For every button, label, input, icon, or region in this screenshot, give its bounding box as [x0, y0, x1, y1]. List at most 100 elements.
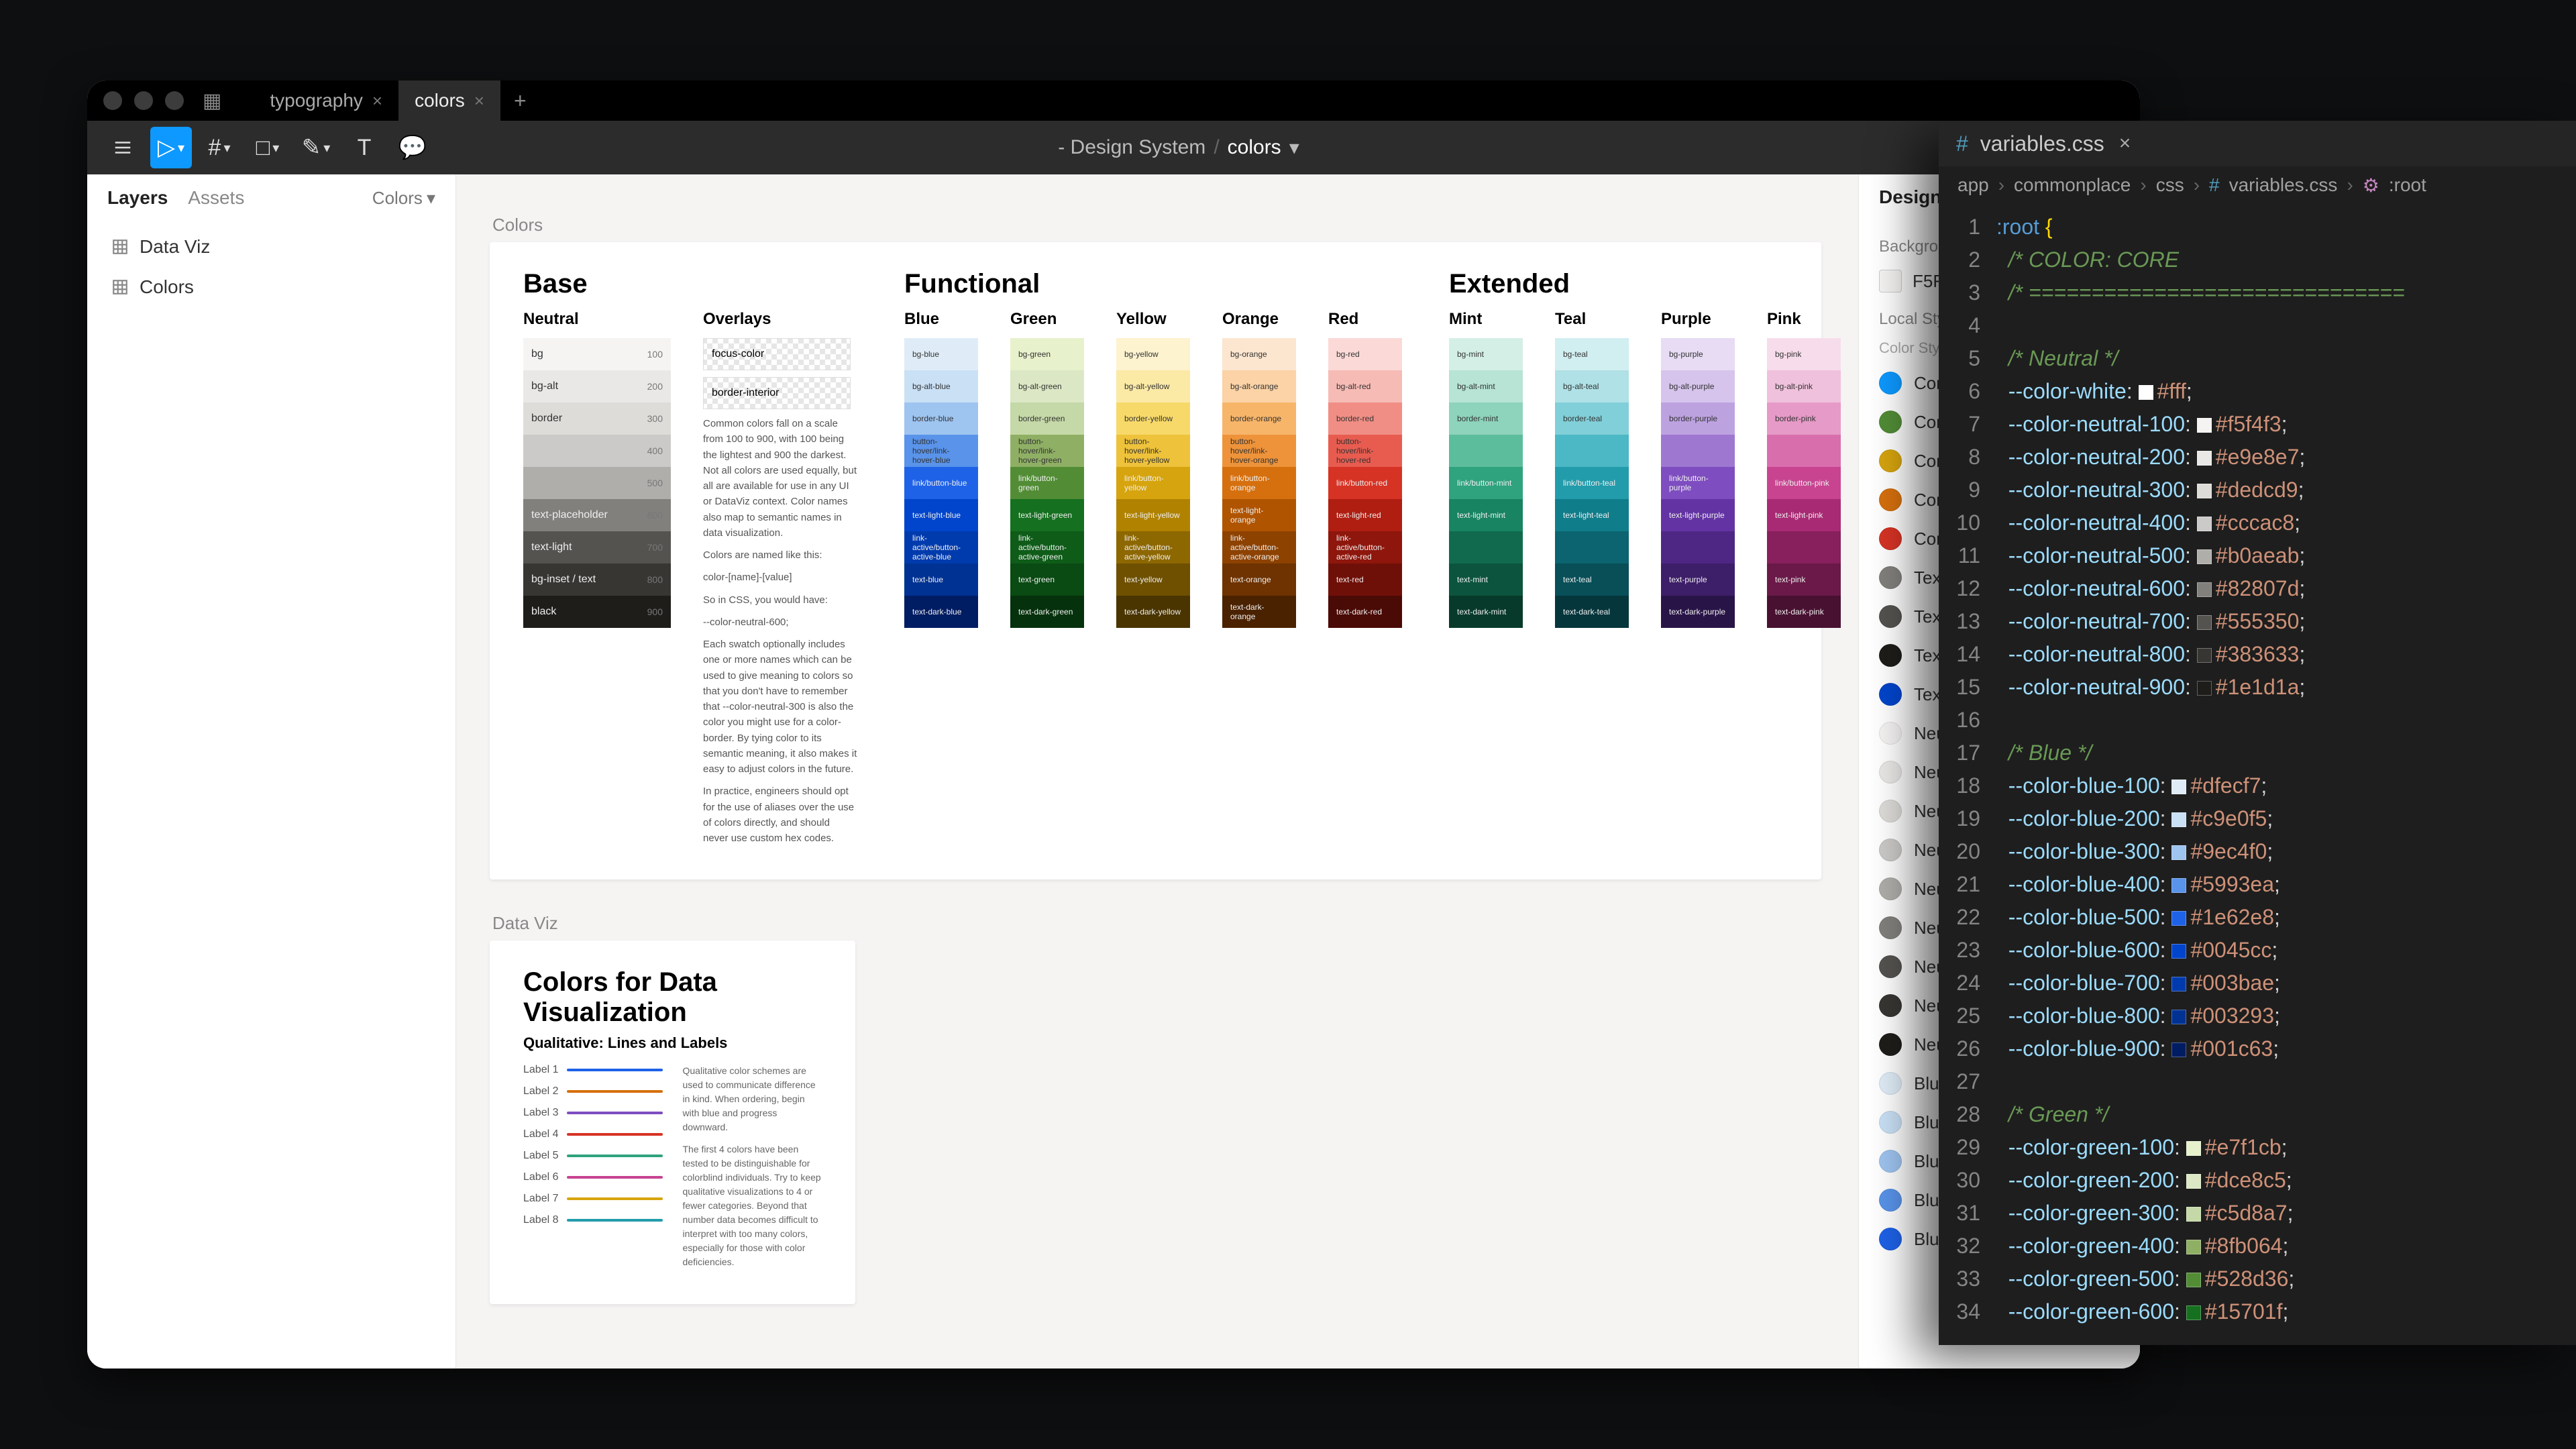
swatch: text-light-red [1328, 499, 1402, 531]
swatch: link-active/button-active-green [1010, 531, 1084, 564]
layer-item[interactable]: Colors [101, 267, 442, 307]
swatch: bg-orange [1222, 338, 1296, 370]
column-label: Red [1328, 310, 1402, 329]
swatch: text-light-blue [904, 499, 978, 531]
swatch: button-hover/link-hover-blue [904, 435, 978, 467]
swatch: bg100 [523, 338, 671, 370]
color-column: Yellow bg-yellowbg-alt-yellowborder-yello… [1116, 310, 1190, 628]
layer-item[interactable]: Data Viz [101, 227, 442, 267]
swatch: 400 [523, 435, 671, 467]
dataviz-frame[interactable]: Colors for Data Visualization Qualitativ… [490, 941, 855, 1304]
swatch: text-light-pink [1767, 499, 1841, 531]
swatch: border-mint [1449, 402, 1523, 435]
swatch: link/button-red [1328, 467, 1402, 499]
background-swatch [1879, 270, 1902, 292]
swatch: bg-pink [1767, 338, 1841, 370]
color-column: Bluebg-bluebg-alt-blueborder-bluebutton-… [904, 310, 978, 628]
tab-typography[interactable]: typography × [254, 80, 398, 121]
swatch: button-hover/link-hover-red [1328, 435, 1402, 467]
swatch: bg-red [1328, 338, 1402, 370]
frame-label: Colors [492, 215, 1825, 235]
tab-add-button[interactable]: + [500, 89, 540, 113]
text-tool[interactable]: T [343, 127, 385, 168]
dataviz-line: Label 4 [523, 1128, 663, 1140]
neutral-column: Neutral bg100bg-alt200border300400500tex… [523, 310, 671, 853]
swatch: bg-teal [1555, 338, 1629, 370]
functional-columns: Bluebg-bluebg-alt-blueborder-bluebutton-… [904, 310, 1402, 628]
overlays-label: Overlays [703, 310, 857, 329]
dataviz-text: Qualitative color schemes are used to co… [683, 1064, 822, 1277]
swatch: bg-green [1010, 338, 1084, 370]
dataviz-line: Label 7 [523, 1193, 663, 1205]
swatch: link/button-teal [1555, 467, 1629, 499]
editor-tabs: # variables.css × [1939, 121, 2576, 166]
swatch: text-light-orange [1222, 499, 1296, 531]
swatch: border-yellow [1116, 402, 1190, 435]
file-tabs: typography × colors × + [254, 80, 539, 121]
swatch: text-dark-mint [1449, 596, 1523, 628]
swatch: bg-alt-pink [1767, 370, 1841, 402]
column-label: Orange [1222, 310, 1296, 329]
swatch: bg-yellow [1116, 338, 1190, 370]
code-editor-window: # variables.css × app›commonplace›css›# … [1939, 121, 2576, 1345]
swatch [1767, 435, 1841, 467]
column-label: Yellow [1116, 310, 1190, 329]
swatch: text-green [1010, 564, 1084, 596]
breadcrumb-project: - Design System [1058, 136, 1205, 159]
titlebar: ▦ typography × colors × + [87, 80, 2140, 121]
swatch [1661, 435, 1735, 467]
layers-tab[interactable]: Layers [107, 187, 168, 209]
assets-tab[interactable]: Assets [188, 187, 244, 209]
editor-filename[interactable]: variables.css [1980, 131, 2104, 156]
swatch: button-hover/link-hover-yellow [1116, 435, 1190, 467]
page-dropdown[interactable]: Colors ▾ [372, 188, 435, 209]
swatch: bg-blue [904, 338, 978, 370]
color-column: Orangebg-orangebg-alt-orangeborder-orang… [1222, 310, 1296, 628]
neutral-label: Neutral [523, 310, 671, 329]
overlays-column: Overlays focus-colorborder-interior Comm… [703, 310, 857, 853]
swatch [1661, 531, 1735, 564]
design-tab[interactable]: Design [1879, 186, 1941, 208]
dataviz-line: Label 1 [523, 1064, 663, 1076]
breadcrumb[interactable]: - Design System / colors ▾ [1058, 136, 1299, 160]
editor-body[interactable]: 1:root {2 /* COLOR: CORE3 /* ===========… [1939, 204, 2576, 1345]
swatch: border-green [1010, 402, 1084, 435]
swatch: text-pink [1767, 564, 1841, 596]
column-label: Teal [1555, 310, 1629, 329]
column-label: Pink [1767, 310, 1841, 329]
swatch: text-light-yellow [1116, 499, 1190, 531]
close-icon[interactable]: × [474, 91, 484, 111]
swatch: link-active/button-active-red [1328, 531, 1402, 564]
swatch: text-light-mint [1449, 499, 1523, 531]
comment-tool[interactable]: 💬 [392, 127, 433, 168]
swatch: bg-alt-red [1328, 370, 1402, 402]
colors-frame[interactable]: Base Neutral bg100bg-alt200border3004005… [490, 242, 1821, 879]
swatch: border-red [1328, 402, 1402, 435]
swatch [1555, 531, 1629, 564]
home-icon[interactable]: ▦ [203, 89, 221, 113]
pen-tool[interactable]: ✎▾ [295, 127, 337, 168]
swatch: link-active/button-active-yellow [1116, 531, 1190, 564]
css-file-icon: # [1956, 131, 1968, 156]
main-menu-button[interactable] [102, 127, 144, 168]
breadcrumb-page: colors [1228, 136, 1281, 159]
overlay-chip: border-interior [703, 377, 851, 409]
dataviz-line: Label 2 [523, 1085, 663, 1097]
frame-tool[interactable]: #▾ [199, 127, 240, 168]
close-icon[interactable]: × [2119, 132, 2131, 155]
swatch: bg-alt-yellow [1116, 370, 1190, 402]
swatch: text-dark-pink [1767, 596, 1841, 628]
close-icon[interactable]: × [372, 91, 382, 111]
extended-columns: Mintbg-mintbg-alt-mintborder-mintlink/bu… [1449, 310, 1841, 628]
canvas[interactable]: Colors Base Neutral bg100bg-alt200border… [456, 174, 1858, 1368]
swatch: text-dark-teal [1555, 596, 1629, 628]
swatch: link/button-mint [1449, 467, 1523, 499]
layers-list: Data VizColors [87, 221, 455, 313]
swatch: bg-inset / text800 [523, 564, 671, 596]
window-controls[interactable] [103, 91, 184, 110]
shape-tool[interactable]: □▾ [247, 127, 288, 168]
tab-colors[interactable]: colors × [398, 80, 500, 121]
move-tool[interactable]: ▷▾ [150, 127, 192, 168]
editor-breadcrumb[interactable]: app›commonplace›css›# variables.css›⚙ :r… [1939, 166, 2576, 204]
swatch [1449, 435, 1523, 467]
